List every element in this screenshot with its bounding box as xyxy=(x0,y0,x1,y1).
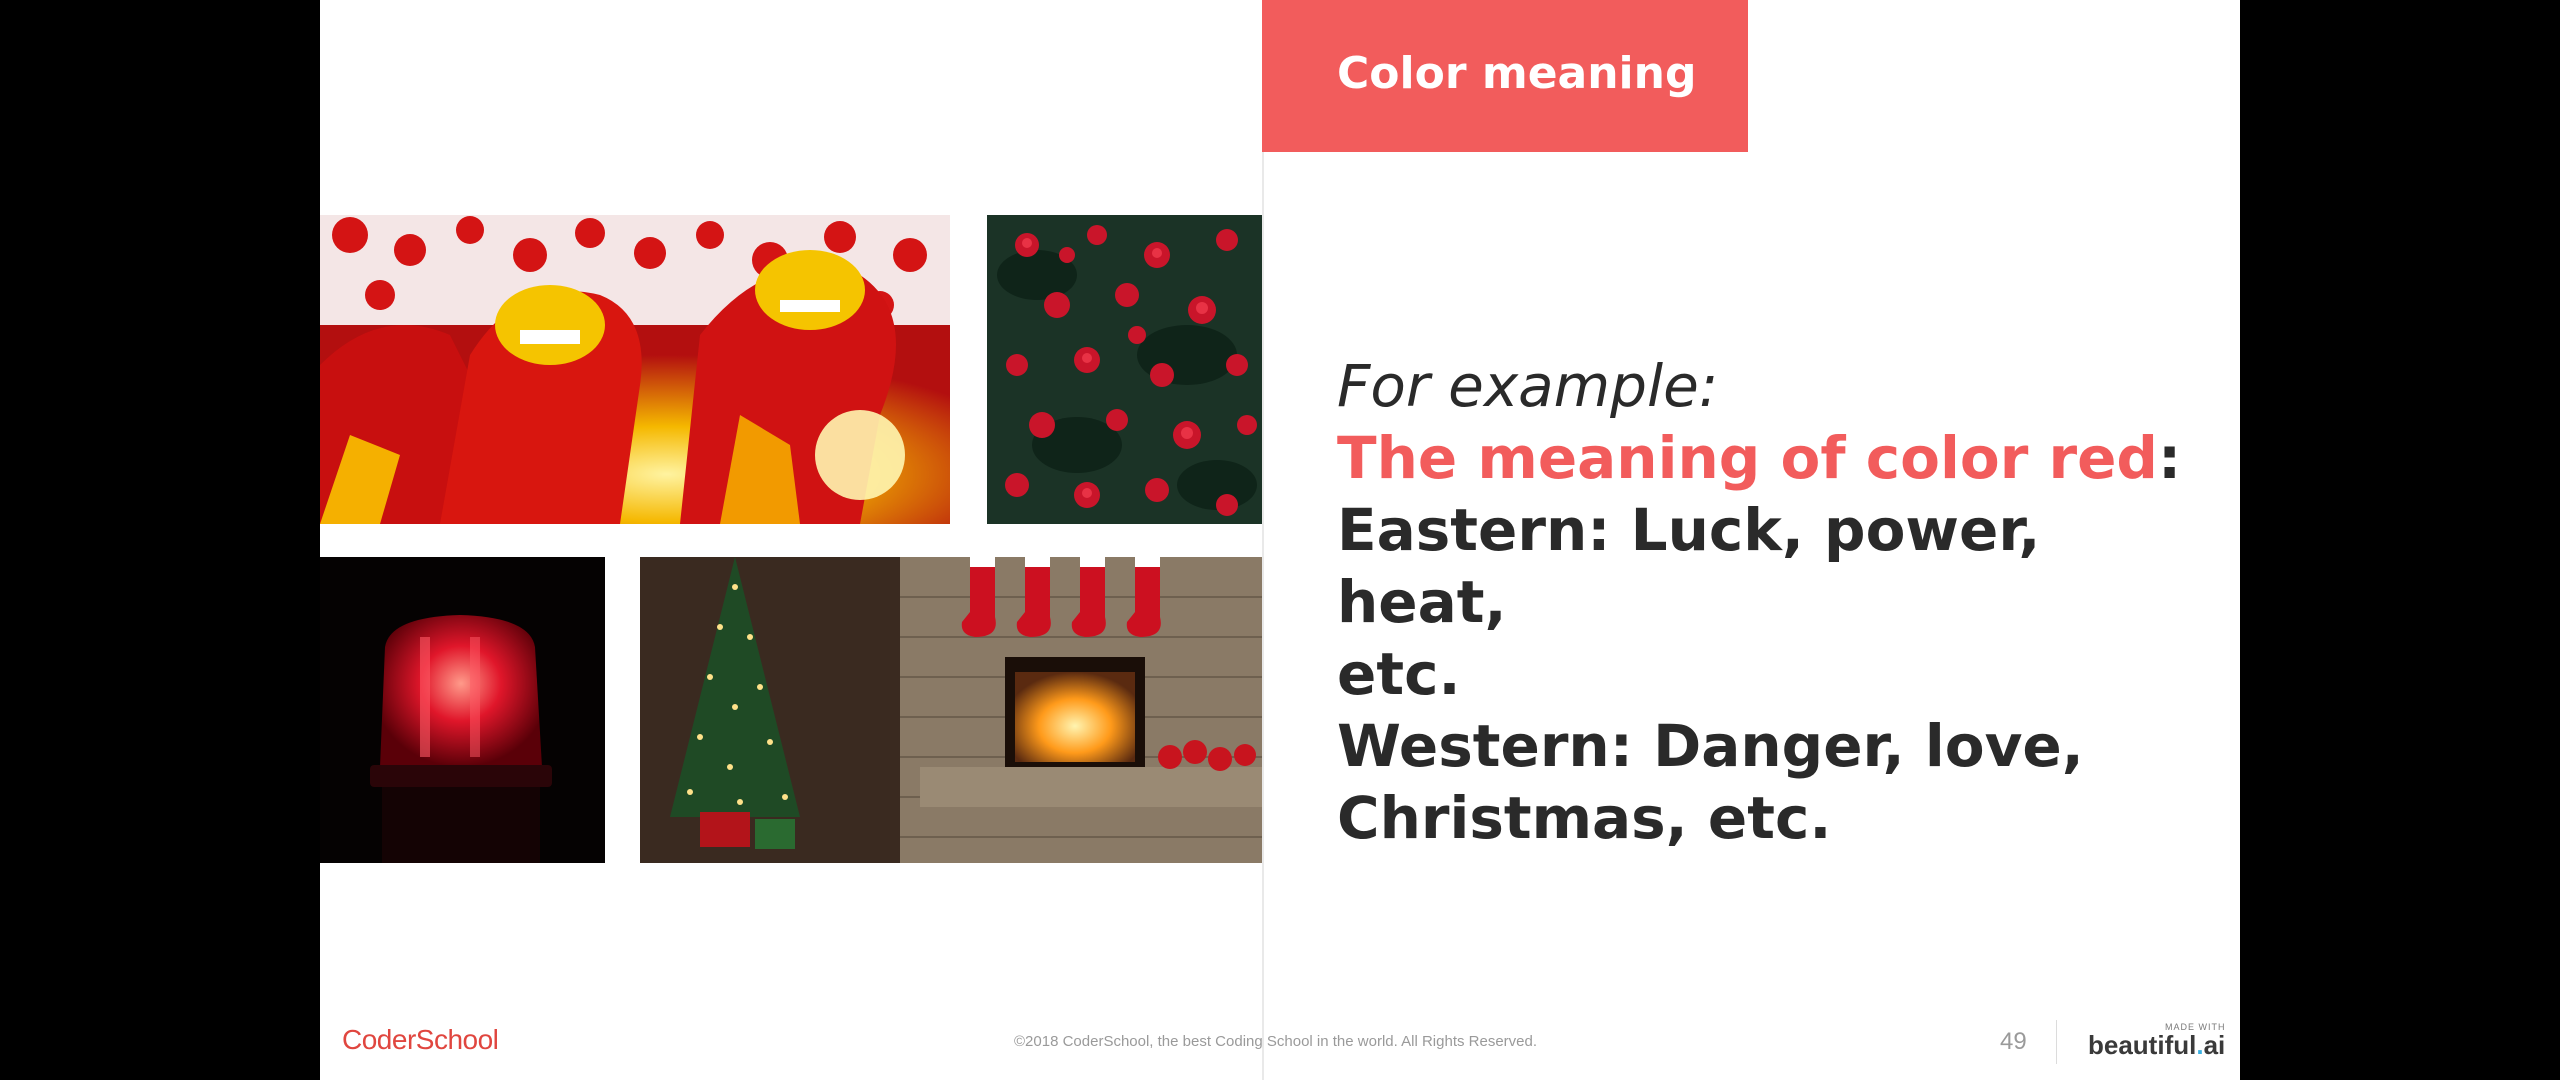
slide-body: For example: The meaning of color red: E… xyxy=(1337,350,2197,854)
lion-dance-photo xyxy=(320,215,950,524)
brand-main: beautiful xyxy=(2088,1030,2197,1060)
body-eastern-line1: Eastern: Luck, power, heat, xyxy=(1337,496,2041,636)
slide: Color meaning For example: The meaning o… xyxy=(320,0,2240,1080)
body-highlight-line: The meaning of color red: xyxy=(1337,422,2197,494)
footer-separator xyxy=(2056,1020,2057,1064)
slide-divider xyxy=(1262,0,1264,1080)
slide-title: Color meaning xyxy=(1337,48,1697,99)
body-intro: For example: xyxy=(1337,352,1719,420)
beautiful-ai-logo[interactable]: beautiful.ai xyxy=(2088,1030,2225,1061)
body-western-line2: Christmas, etc. xyxy=(1337,784,1832,852)
title-tab: Color meaning xyxy=(1262,0,1748,152)
coderschool-logo: CoderSchool xyxy=(342,1024,499,1055)
page-number: 49 xyxy=(2000,1028,2027,1055)
footer-copyright: ©2018 CoderSchool, the best Coding Schoo… xyxy=(1014,1033,1538,1050)
red-roses-photo xyxy=(987,215,1263,524)
brand-tail: ai xyxy=(2203,1030,2226,1060)
brand-dot: . xyxy=(2196,1030,2204,1060)
red-siren-light-photo xyxy=(320,557,605,863)
body-western-line1: Western: Danger, love, xyxy=(1337,712,2084,780)
body-highlight: The meaning of color red xyxy=(1337,424,2158,492)
body-highlight-suffix: : xyxy=(2157,424,2182,492)
presentation-stage: Color meaning For example: The meaning o… xyxy=(0,0,2560,1080)
body-eastern-line2: etc. xyxy=(1337,640,1461,708)
christmas-fireplace-photo xyxy=(640,557,1263,863)
